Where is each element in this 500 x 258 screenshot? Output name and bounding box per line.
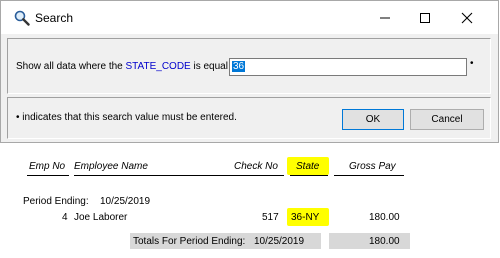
totals-label: Totals For Period Ending: bbox=[133, 236, 246, 247]
header-underline bbox=[334, 175, 404, 176]
ok-button[interactable]: OK bbox=[342, 109, 404, 130]
required-note: • indicates that this search value must … bbox=[16, 112, 237, 123]
maximize-icon[interactable] bbox=[405, 5, 445, 31]
header-state: State bbox=[296, 161, 320, 172]
required-bullet-icon: • bbox=[470, 58, 474, 69]
period-label: Period Ending: bbox=[23, 196, 89, 207]
prompt-prefix: Show all data where the bbox=[16, 61, 123, 72]
header-check-no: Check No bbox=[234, 161, 278, 172]
totals-gross-pay: 180.00 bbox=[369, 236, 400, 247]
row-gross-pay: 180.00 bbox=[369, 212, 400, 223]
cancel-button[interactable]: Cancel bbox=[410, 109, 484, 130]
row-state: 36-NY bbox=[291, 212, 320, 223]
header-emp-no: Emp No bbox=[29, 161, 66, 172]
field-name: STATE_CODE bbox=[125, 61, 191, 72]
totals-bar-gap bbox=[321, 233, 329, 249]
header-underline bbox=[74, 175, 284, 176]
period-date: 10/25/2019 bbox=[100, 196, 151, 207]
close-icon[interactable] bbox=[447, 5, 487, 31]
note-bullet-icon: • bbox=[16, 112, 20, 123]
note-text: indicates that this search value must be… bbox=[22, 112, 237, 123]
search-value-text: 36 bbox=[232, 61, 246, 72]
title-bar[interactable]: Search bbox=[1, 1, 498, 34]
minimize-icon[interactable] bbox=[365, 5, 405, 31]
row-emp-no: 4 bbox=[62, 212, 68, 223]
header-underline bbox=[290, 175, 328, 176]
totals-date: 10/25/2019 bbox=[254, 236, 305, 247]
header-underline bbox=[27, 175, 69, 176]
dialog-title: Search bbox=[35, 11, 74, 25]
row-employee-name: Joe Laborer bbox=[74, 212, 128, 223]
header-gross-pay: Gross Pay bbox=[349, 161, 396, 172]
row-check-no: 517 bbox=[262, 212, 279, 223]
header-employee-name: Employee Name bbox=[74, 161, 148, 172]
search-prompt: Show all data where the STATE_CODE is eq… bbox=[16, 61, 239, 72]
search-value-input[interactable]: 36 bbox=[229, 58, 467, 76]
search-dialog: Search Show all data where the STATE_COD… bbox=[0, 0, 499, 143]
magnifier-icon bbox=[14, 10, 30, 26]
